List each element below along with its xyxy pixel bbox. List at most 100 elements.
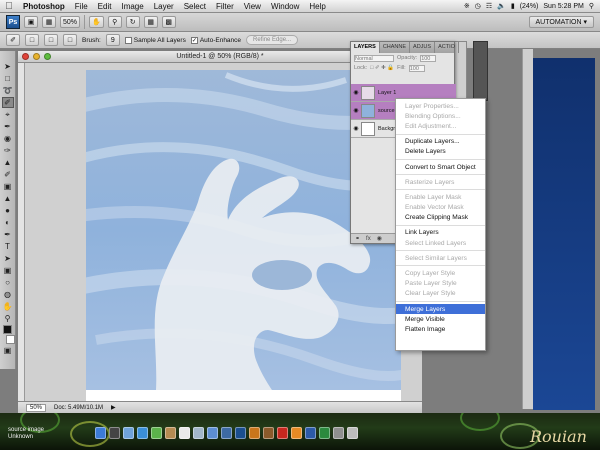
menu-help[interactable]: Help: [304, 2, 330, 11]
menu-view[interactable]: View: [239, 2, 266, 11]
word-icon[interactable]: [305, 427, 316, 439]
zoom-tool-icon[interactable]: ⚲: [2, 313, 14, 324]
tool-preset-picker-icon[interactable]: ✐: [6, 34, 20, 46]
tab-actions[interactable]: ACTIO: [435, 42, 459, 53]
launch-bridge-button[interactable]: ▣: [24, 16, 38, 28]
menu-item-create-clipping-mask[interactable]: Create Clipping Mask: [396, 213, 485, 223]
hand-tool-icon[interactable]: ✋: [89, 16, 104, 28]
layer-style-button[interactable]: fx: [366, 236, 371, 242]
system-preferences-icon[interactable]: [333, 427, 344, 439]
mail-icon[interactable]: [123, 427, 134, 439]
refine-edge-button[interactable]: Refine Edge...: [246, 35, 299, 45]
menu-item-enable-layer-mask[interactable]: Enable Layer Mask: [396, 192, 485, 202]
excel-icon[interactable]: [319, 427, 330, 439]
fill-field[interactable]: 100: [408, 64, 425, 72]
3d-orbit-icon[interactable]: ◍: [2, 289, 14, 300]
wifi-icon[interactable]: ☶: [486, 2, 492, 10]
type-tool-icon[interactable]: T: [2, 241, 14, 252]
menu-item-select-similar-layers[interactable]: Select Similar Layers: [396, 253, 485, 263]
path-selection-icon[interactable]: ➤: [2, 253, 14, 264]
blend-mode-select[interactable]: Normal: [354, 54, 394, 62]
checkbox-checked[interactable]: ✓: [190, 36, 198, 44]
subtract-selection-icon[interactable]: □: [63, 34, 77, 46]
menu-item-merge-layers[interactable]: Merge Layers: [396, 304, 485, 315]
add-to-selection-icon[interactable]: □: [44, 34, 58, 46]
tab-adjustments[interactable]: ADJUS: [410, 42, 436, 53]
ical-icon[interactable]: [179, 427, 190, 439]
photoshop-icon[interactable]: [235, 427, 246, 439]
marquee-tool-icon[interactable]: □: [2, 73, 14, 84]
workspace-switcher[interactable]: AUTOMATION ▾: [528, 16, 594, 28]
crop-tool-icon[interactable]: ⌖: [2, 109, 14, 120]
menu-item-edit-adjustment[interactable]: Edit Adjustment...: [396, 121, 485, 131]
view-extras-button[interactable]: ▦: [42, 16, 56, 28]
move-tool-icon[interactable]: ➤: [2, 61, 14, 72]
itunes-icon[interactable]: [207, 427, 218, 439]
dashboard-icon[interactable]: [109, 427, 120, 439]
preview-icon[interactable]: [193, 427, 204, 439]
clone-stamp-icon[interactable]: ▲: [2, 157, 14, 168]
menu-item-duplicate-layers[interactable]: Duplicate Layers...: [396, 137, 485, 147]
menu-item-layer-properties[interactable]: Layer Properties...: [396, 101, 485, 111]
safari-icon[interactable]: [137, 427, 148, 439]
opacity-field[interactable]: 100: [420, 54, 437, 62]
iphoto-icon[interactable]: [221, 427, 232, 439]
panel-icons-dock[interactable]: [473, 41, 488, 101]
dodge-tool-icon[interactable]: ◐: [2, 217, 14, 228]
zoom-tool-icon[interactable]: ⚲: [107, 16, 122, 28]
sample-all-layers-checkbox[interactable]: Sample All Layers: [124, 36, 186, 44]
checkbox-box[interactable]: [124, 36, 132, 44]
eyedropper-tool-icon[interactable]: ✒: [2, 121, 14, 132]
ichat-icon[interactable]: [151, 427, 162, 439]
paint-bucket-icon[interactable]: ▲: [2, 193, 14, 204]
hand-tool-icon[interactable]: ✋: [2, 301, 14, 312]
bluetooth-icon[interactable]: ※: [464, 2, 470, 10]
vertical-scrollbar[interactable]: [522, 49, 533, 409]
menu-item-delete-layers[interactable]: Delete Layers: [396, 147, 485, 157]
auto-enhance-checkbox[interactable]: ✓ Auto-Enhance: [190, 36, 241, 44]
add-mask-icon[interactable]: ◉: [377, 235, 382, 242]
menu-item-rasterize-layers[interactable]: Rasterize Layers: [396, 177, 485, 187]
eye-icon[interactable]: ◉: [351, 89, 361, 96]
quick-mask-icon[interactable]: ▣: [2, 345, 14, 356]
address-book-icon[interactable]: [165, 427, 176, 439]
screen-mode-icon[interactable]: ▩: [161, 16, 176, 28]
3d-rotate-icon[interactable]: ○: [2, 277, 14, 288]
lock-icons[interactable]: □ ✐ ✚ 🔒: [370, 65, 394, 71]
eraser-tool-icon[interactable]: ▣: [2, 181, 14, 192]
acrobat-icon[interactable]: [277, 427, 288, 439]
tab-layers[interactable]: LAYERS: [351, 42, 380, 53]
firefox-icon[interactable]: [291, 427, 302, 439]
bridge-icon[interactable]: [263, 427, 274, 439]
rotate-view-icon[interactable]: ↻: [125, 16, 140, 28]
menu-edit[interactable]: Edit: [93, 2, 117, 11]
menu-item-copy-layer-style[interactable]: Copy Layer Style: [396, 268, 485, 278]
menu-file[interactable]: File: [70, 2, 93, 11]
menu-app-name[interactable]: Photoshop: [18, 2, 70, 11]
eye-icon[interactable]: ◉: [351, 125, 361, 132]
menu-image[interactable]: Image: [116, 2, 148, 11]
finder-icon[interactable]: [95, 427, 106, 439]
new-selection-icon[interactable]: □: [25, 34, 39, 46]
status-arrow-icon[interactable]: ▶: [111, 404, 116, 411]
spotlight-icon[interactable]: ⚲: [589, 2, 594, 10]
menu-item-convert-smart-object[interactable]: Convert to Smart Object: [396, 162, 485, 172]
zoom-readout[interactable]: 50%: [26, 403, 47, 412]
menu-item-select-linked-layers[interactable]: Select Linked Layers: [396, 238, 485, 248]
volume-icon[interactable]: 🔈: [497, 2, 506, 10]
menu-item-paste-layer-style[interactable]: Paste Layer Style: [396, 279, 485, 289]
menu-item-clear-layer-style[interactable]: Clear Layer Style: [396, 289, 485, 299]
menu-filter[interactable]: Filter: [211, 2, 239, 11]
menu-item-merge-visible[interactable]: Merge Visible: [396, 314, 485, 324]
blur-tool-icon[interactable]: ●: [2, 205, 14, 216]
menu-item-link-layers[interactable]: Link Layers: [396, 228, 485, 238]
menu-item-blending-options[interactable]: Blending Options...: [396, 111, 485, 121]
battery-icon[interactable]: ▮: [511, 2, 515, 10]
apple-menu-icon[interactable]: : [0, 1, 18, 12]
menu-window[interactable]: Window: [266, 2, 304, 11]
menu-item-enable-vector-mask[interactable]: Enable Vector Mask: [396, 203, 485, 213]
lasso-tool-icon[interactable]: ➰: [2, 85, 14, 96]
background-color-swatch[interactable]: [5, 335, 15, 344]
quick-selection-tool-icon[interactable]: ✐: [1, 97, 14, 108]
brush-tool-icon[interactable]: ✑: [2, 145, 14, 156]
